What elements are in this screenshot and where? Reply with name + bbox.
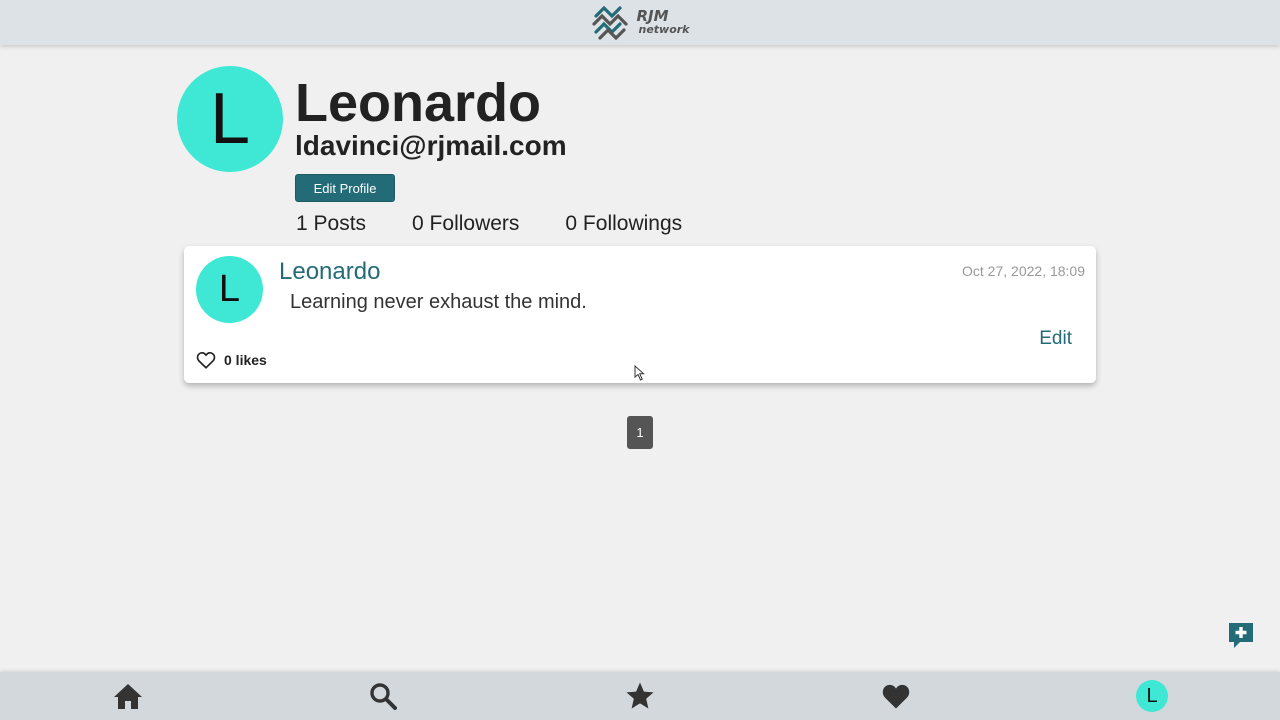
search-icon <box>370 683 397 710</box>
home-icon <box>114 684 142 709</box>
logo-title: RJM <box>636 6 669 25</box>
nav-likes[interactable] <box>880 680 912 712</box>
nav-home[interactable] <box>112 680 144 712</box>
top-bar: RJM network <box>0 0 1280 45</box>
profile-avatar: L <box>177 66 283 172</box>
post-card: L Leonardo Oct 27, 2022, 18:09 Learning … <box>184 246 1096 383</box>
nav-search[interactable] <box>367 680 399 712</box>
posts-count: 1 Posts <box>296 212 367 235</box>
new-post-icon[interactable] <box>1226 620 1256 650</box>
pagination-page-1[interactable]: 1 <box>627 416 653 449</box>
edit-profile-button[interactable]: Edit Profile <box>295 174 395 202</box>
mouse-cursor-icon <box>634 365 645 381</box>
star-icon <box>626 682 654 709</box>
profile-name: Leonardo <box>295 73 542 133</box>
likes-count: 0 likes <box>224 352 267 368</box>
profile-stats: 1 Posts 0 Followers 0 Followings <box>296 212 728 236</box>
nav-favorites[interactable] <box>624 680 656 712</box>
logo-icon <box>592 5 629 40</box>
post-timestamp: Oct 27, 2022, 18:09 <box>962 263 1085 279</box>
logo-subtitle: network <box>638 22 690 36</box>
like-button[interactable]: 0 likes <box>196 351 267 369</box>
profile-avatar: L <box>1136 680 1168 712</box>
followers-count[interactable]: 0 Followers <box>412 212 519 236</box>
followings-count[interactable]: 0 Followings <box>565 212 682 236</box>
nav-profile[interactable]: L <box>1136 680 1168 712</box>
heart-icon <box>882 684 910 709</box>
post-edit-link[interactable]: Edit <box>1039 328 1072 350</box>
post-author-name[interactable]: Leonardo <box>279 258 380 286</box>
post-author-avatar[interactable]: L <box>196 256 263 323</box>
logo[interactable]: RJM network <box>590 4 690 42</box>
profile-email: ldavinci@rjmail.com <box>295 130 567 161</box>
heart-outline-icon <box>196 352 216 369</box>
bottom-nav: L <box>0 672 1280 720</box>
post-content: Learning never exhaust the mind. <box>290 291 587 313</box>
